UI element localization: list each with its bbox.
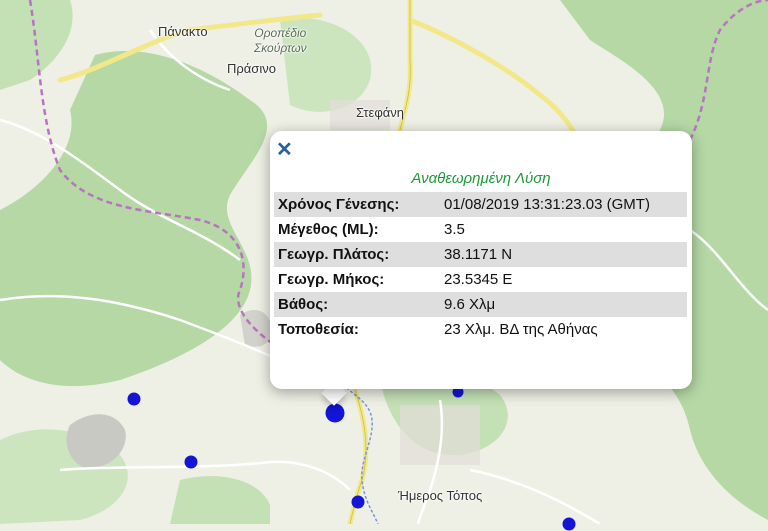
row-label: Τοποθεσία: bbox=[274, 317, 440, 342]
row-value: 23 Χλμ. ΒΔ της Αθήνας bbox=[440, 317, 687, 342]
place-label-stefani: Στεφάνη bbox=[356, 105, 405, 120]
row-value: 38.1171 N bbox=[440, 242, 687, 267]
earthquake-marker[interactable] bbox=[351, 495, 365, 509]
table-row: Τοποθεσία: 23 Χλμ. ΒΔ της Αθήνας bbox=[274, 317, 687, 342]
row-label: Βάθος: bbox=[274, 292, 440, 317]
earthquake-marker[interactable] bbox=[184, 455, 198, 469]
row-label: Μέγεθος (ML): bbox=[274, 217, 440, 242]
earthquake-marker[interactable] bbox=[127, 392, 141, 406]
place-label-imeros-topos: Ήμερος Τόπος bbox=[398, 488, 483, 503]
place-label-panakto: Πάνακτο bbox=[158, 24, 208, 39]
table-row: Γεωγρ. Πλάτος: 38.1171 N bbox=[274, 242, 687, 267]
row-label: Γεωγρ. Μήκος: bbox=[274, 267, 440, 292]
table-row: Χρόνος Γένεσης: 01/08/2019 13:31:23.03 (… bbox=[274, 192, 687, 217]
row-value: 01/08/2019 13:31:23.03 (GMT) bbox=[440, 192, 687, 217]
close-icon[interactable]: ✕ bbox=[276, 140, 293, 160]
row-value: 3.5 bbox=[440, 217, 687, 242]
place-label-prasino: Πράσινο bbox=[227, 61, 276, 76]
earthquake-marker[interactable] bbox=[562, 517, 576, 531]
place-label-oropedio-line1: Οροπέδιο bbox=[254, 26, 307, 40]
table-row: Μέγεθος (ML): 3.5 bbox=[274, 217, 687, 242]
popup-title: Αναθεωρημένη Λύση bbox=[411, 170, 551, 187]
place-label-oropedio: Οροπέδιο Σκούρτων bbox=[254, 26, 307, 56]
row-value: 23.5345 E bbox=[440, 267, 687, 292]
earthquake-marker-selected[interactable] bbox=[325, 403, 345, 423]
row-label: Χρόνος Γένεσης: bbox=[274, 192, 440, 217]
earthquake-info-table: Χρόνος Γένεσης: 01/08/2019 13:31:23.03 (… bbox=[274, 192, 687, 342]
table-row: Βάθος: 9.6 Χλμ bbox=[274, 292, 687, 317]
row-label: Γεωγρ. Πλάτος: bbox=[274, 242, 440, 267]
place-label-oropedio-line2: Σκούρτων bbox=[254, 41, 307, 55]
table-row: Γεωγρ. Μήκος: 23.5345 E bbox=[274, 267, 687, 292]
row-value: 9.6 Χλμ bbox=[440, 292, 687, 317]
